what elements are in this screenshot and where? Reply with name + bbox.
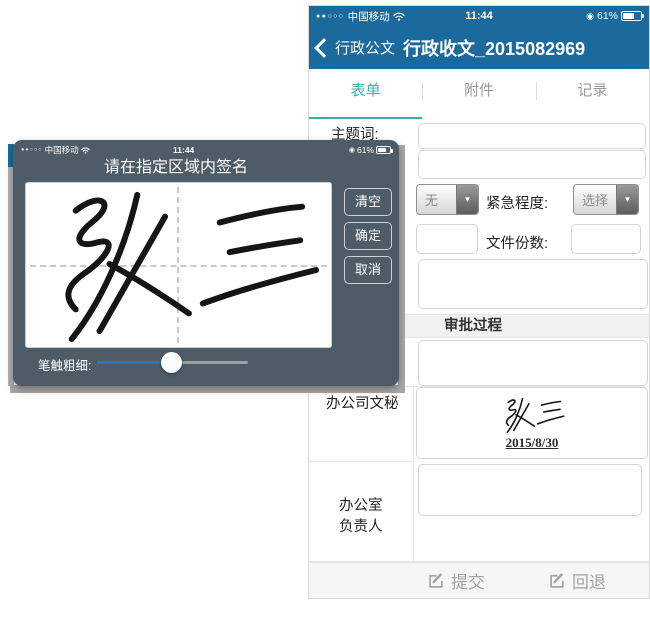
dialog-title: 请在指定区域内签名	[13, 153, 339, 177]
stroke-width-slider[interactable]	[97, 361, 248, 364]
status-right-group: ◉ 61%	[586, 10, 642, 22]
tab-form[interactable]: 表单	[309, 71, 422, 119]
stroke-width-label: 笔触粗细:	[38, 355, 91, 374]
back-chevron-icon[interactable]	[314, 38, 334, 58]
dropdown-value: 无	[417, 185, 456, 214]
page-title: 行政收文_2015082969	[403, 35, 585, 61]
slider-thumb[interactable]	[161, 352, 182, 373]
status-bar: ●●○○○ 中国移动 11:44 ◉ 61%	[309, 6, 649, 26]
clear-button[interactable]: 清空	[344, 188, 392, 216]
column-divider	[413, 386, 414, 561]
rollback-button[interactable]: 回退	[549, 563, 606, 598]
dropdown-value: 选择	[574, 185, 616, 214]
screenshot-edge	[10, 385, 405, 393]
secretary-signature-cell: 2015/8/30	[416, 387, 648, 459]
row-divider	[309, 461, 413, 462]
signature-dialog-panel: ●●○○○ 中国移动 11:44 ◉ 61% 请在指定区域内签名	[13, 140, 399, 386]
rollback-label: 回退	[572, 568, 606, 593]
submit-label: 提交	[451, 568, 485, 593]
tab-attachments[interactable]: 附件	[422, 71, 535, 119]
back-button[interactable]: 行政公文	[335, 37, 395, 58]
tab-records[interactable]: 记录	[536, 71, 649, 119]
signature-canvas[interactable]	[25, 182, 332, 348]
chevron-down-icon[interactable]: ▼	[616, 185, 638, 214]
urgency-select-dropdown[interactable]: 选择 ▼	[573, 184, 639, 215]
copies-input-right[interactable]	[571, 224, 641, 254]
manager-textarea[interactable]	[418, 464, 642, 516]
compose-icon	[549, 572, 566, 589]
manager-label-line2: 负责人	[339, 519, 383, 535]
rotation-lock-icon: ◉	[586, 12, 594, 21]
tab-bar: 表单 附件 记录	[309, 71, 649, 119]
opinion-textarea-2[interactable]	[418, 340, 648, 386]
submit-button[interactable]: 提交	[428, 563, 485, 598]
signature-strokes	[26, 183, 331, 347]
manager-label-line1: 办公室	[339, 498, 383, 514]
copies-label: 文件份数:	[486, 232, 548, 253]
nav-bar: 行政公文 行政收文_2015082969	[309, 26, 649, 69]
rotation-lock-icon: ◉	[349, 146, 355, 155]
signature-date-link[interactable]: 2015/8/30	[506, 435, 559, 451]
secretary-label: 办公司文秘	[326, 392, 399, 413]
bottom-toolbar: 提交 回退	[309, 562, 649, 598]
confirm-button[interactable]: 确定	[344, 222, 392, 250]
urgency-label: 紧急程度:	[486, 192, 548, 213]
signature-image	[482, 396, 582, 434]
cancel-button[interactable]: 取消	[344, 256, 392, 284]
battery-icon	[621, 11, 642, 21]
opinion-textarea-1[interactable]	[418, 259, 648, 309]
battery-percent: 61%	[597, 10, 618, 22]
battery-percent: 61%	[357, 145, 374, 155]
app-header: ●●○○○ 中国移动 11:44 ◉ 61% 行政公文 行政收文_2015082…	[309, 6, 649, 69]
copies-input-left[interactable]	[416, 224, 478, 254]
secondary-input[interactable]	[418, 150, 646, 179]
status-right-group: ◉ 61%	[349, 145, 391, 155]
manager-label: 办公室负责人	[339, 496, 383, 538]
urgency-none-dropdown[interactable]: 无 ▼	[416, 184, 479, 215]
screenshot-edge	[398, 145, 405, 393]
signature-dialog-screen: ●●○○○ 中国移动 11:44 ◉ 61% 请在指定区域内签名	[8, 140, 405, 393]
subject-input[interactable]	[418, 123, 646, 149]
battery-icon	[376, 146, 391, 154]
chevron-down-icon[interactable]: ▼	[456, 185, 478, 214]
compose-icon	[428, 572, 445, 589]
approval-section-title: 审批过程	[444, 315, 502, 337]
